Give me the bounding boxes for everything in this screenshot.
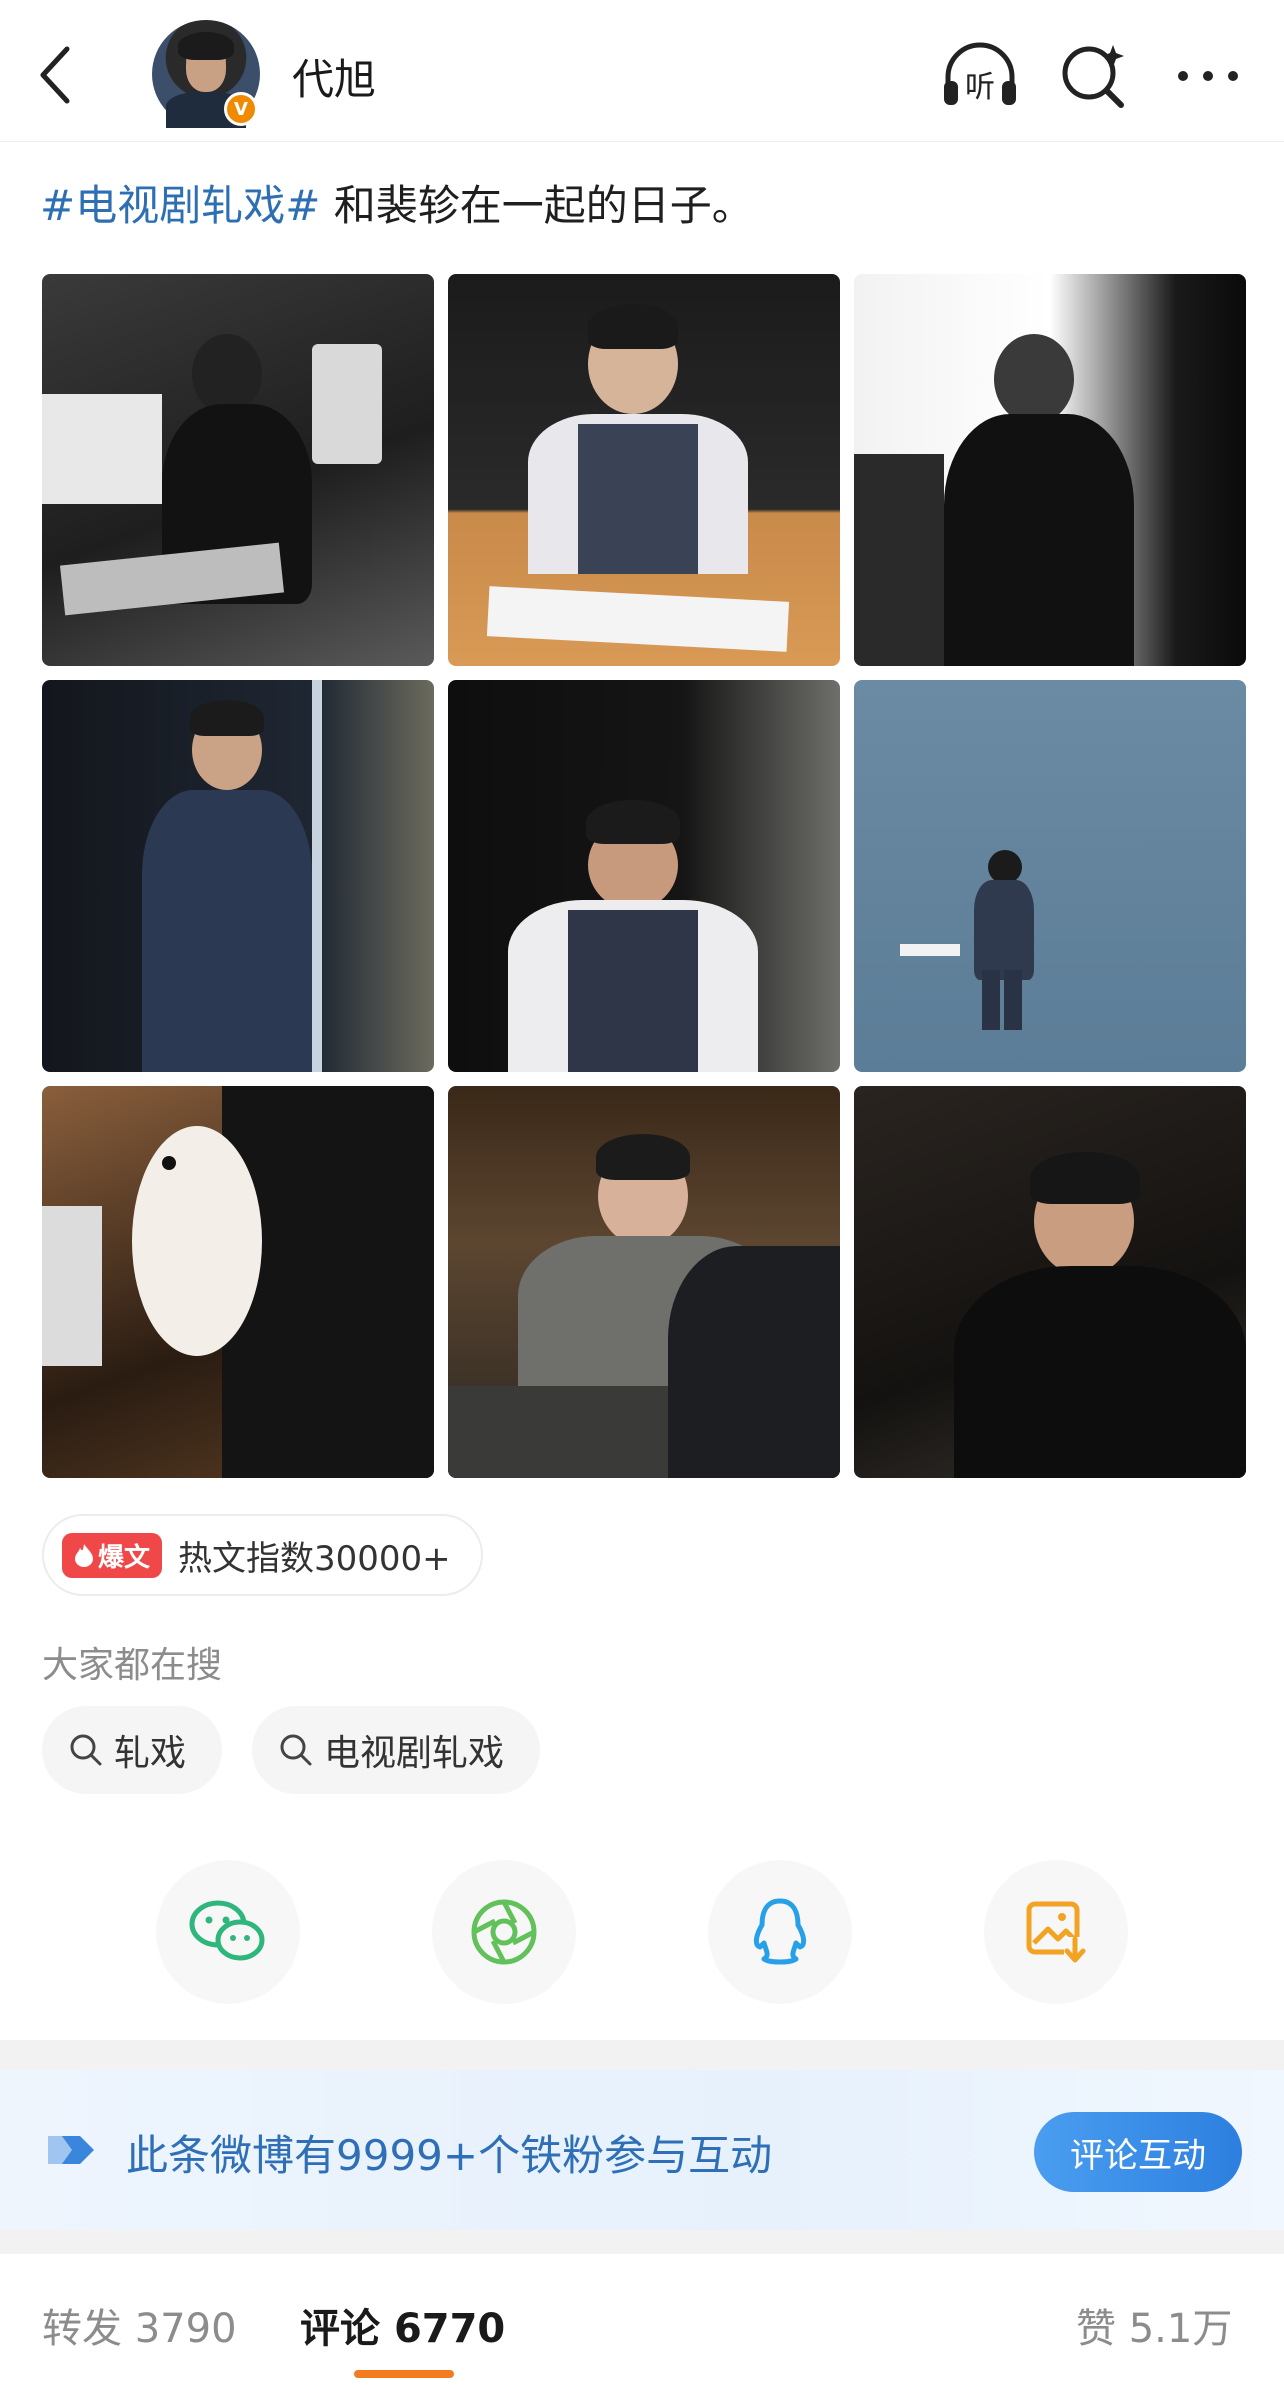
photo-2[interactable] bbox=[448, 274, 840, 666]
photo-1[interactable] bbox=[42, 274, 434, 666]
share-wechat-button[interactable] bbox=[156, 1860, 300, 2004]
fan-interaction-text: 此条微博有9999+个铁粉参与互动 bbox=[126, 2131, 773, 2180]
qq-icon bbox=[753, 1898, 807, 1965]
search-chip-label: 电视剧轧戏 bbox=[324, 1733, 505, 1774]
tab-repost-label: 转发 bbox=[42, 2306, 122, 2352]
photo-9[interactable] bbox=[854, 1086, 1246, 1478]
back-icon bbox=[40, 46, 70, 104]
username[interactable]: 代旭 bbox=[292, 46, 376, 107]
tab-repost[interactable]: 转发 3790 bbox=[42, 2296, 237, 2354]
top-bar: V 代旭 听 bbox=[0, 0, 1284, 142]
hot-badge: 爆文 bbox=[62, 1532, 163, 1578]
tab-likes-count: 5.1万 bbox=[1128, 2306, 1233, 2352]
tab-repost-count: 3790 bbox=[134, 2306, 237, 2352]
photo-6[interactable] bbox=[854, 680, 1246, 1072]
post-text: #电视剧轧戏# 和裴轸在一起的日子。 bbox=[40, 178, 754, 234]
save-image-button[interactable] bbox=[984, 1860, 1128, 2004]
section-divider bbox=[0, 2040, 1284, 2070]
search-chip-2[interactable]: 电视剧轧戏 bbox=[252, 1706, 541, 1794]
tab-comments-label: 评论 bbox=[300, 2306, 380, 2352]
svg-text:听: 听 bbox=[965, 70, 995, 105]
search-icon bbox=[280, 1734, 312, 1766]
photo-5[interactable] bbox=[448, 680, 840, 1072]
save-image-icon bbox=[1026, 1901, 1086, 1963]
hot-index-text: 热文指数30000+ bbox=[178, 1538, 451, 1579]
photo-7[interactable] bbox=[42, 1086, 434, 1478]
comment-interact-button[interactable]: 评论互动 bbox=[1034, 2112, 1242, 2192]
photo-4[interactable] bbox=[42, 680, 434, 1072]
photo-8[interactable] bbox=[448, 1086, 840, 1478]
post-body: 和裴轸在一起的日子。 bbox=[320, 181, 754, 230]
fan-interaction-banner[interactable]: 此条微博有9999+个铁粉参与互动 评论互动 bbox=[0, 2070, 1284, 2230]
hashtag-link[interactable]: #电视剧轧戏# bbox=[40, 181, 320, 230]
search-label: 大家都在搜 bbox=[42, 1645, 223, 1686]
photo-grid bbox=[42, 274, 1246, 1478]
listen-icon: 听 bbox=[944, 42, 1016, 105]
photo-3[interactable] bbox=[854, 274, 1246, 666]
tab-likes[interactable]: 赞 5.1万 bbox=[1076, 2296, 1232, 2354]
moments-icon bbox=[471, 1899, 537, 1965]
verified-badge: V bbox=[224, 92, 258, 126]
tab-comments[interactable]: 评论 6770 bbox=[300, 2296, 505, 2354]
search-chip-label: 轧戏 bbox=[114, 1733, 187, 1774]
more-icon bbox=[1178, 71, 1238, 81]
wechat-icon bbox=[189, 1900, 265, 1961]
search-button[interactable] bbox=[1054, 36, 1134, 116]
share-qq-button[interactable] bbox=[708, 1860, 852, 2004]
fan-arrow-icon bbox=[48, 2136, 94, 2164]
search-chip-1[interactable]: 轧戏 bbox=[42, 1706, 223, 1794]
active-tab-indicator bbox=[354, 2370, 454, 2378]
tab-likes-label: 赞 bbox=[1076, 2306, 1116, 2352]
share-moments-button[interactable] bbox=[432, 1860, 576, 2004]
hot-badge-label: 爆文 bbox=[98, 1542, 151, 1573]
search-icon bbox=[70, 1734, 102, 1766]
listen-button[interactable]: 听 bbox=[940, 36, 1020, 116]
flame-icon bbox=[75, 1544, 93, 1567]
search-sparkle-icon bbox=[1062, 45, 1124, 108]
more-button[interactable] bbox=[1168, 36, 1248, 116]
back-button[interactable] bbox=[30, 40, 80, 110]
hot-index-pill[interactable]: 爆文 热文指数30000+ bbox=[42, 1514, 483, 1596]
tab-comments-count: 6770 bbox=[393, 2306, 506, 2352]
section-divider bbox=[0, 2230, 1284, 2254]
